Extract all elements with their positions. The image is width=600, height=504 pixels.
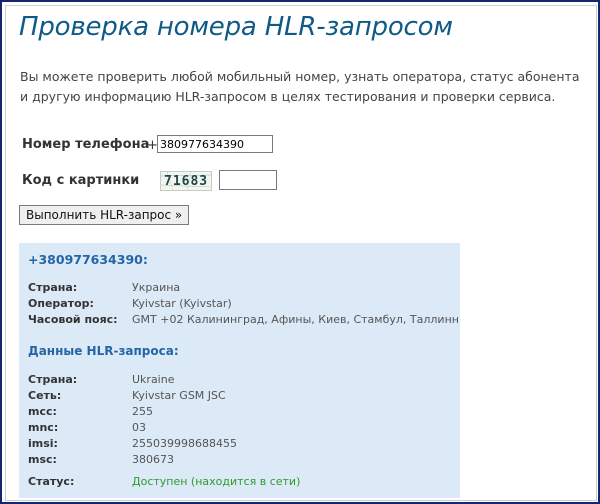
submit-hlr-button[interactable]: Выполнить HLR-запрос »	[19, 205, 190, 225]
result-panel: +380977634390: Страна: Украина Оператор:…	[19, 243, 460, 498]
country-value: Украина	[132, 281, 181, 294]
country-label: Страна:	[28, 281, 78, 294]
hlr-status-value: Доступен (находится в сети)	[132, 475, 301, 488]
hlr-mcc-value: 255	[132, 405, 153, 418]
hlr-mnc-value: 03	[132, 421, 146, 434]
hlr-imsi-label: imsi:	[28, 437, 58, 450]
hlr-mnc-label: mnc:	[28, 421, 59, 434]
hlr-country-value: Ukraine	[132, 373, 175, 386]
hlr-country-label: Страна:	[28, 373, 78, 386]
page-frame: Проверка номера HLR-запросом Вы можете п…	[0, 0, 600, 504]
hlr-msc-label: msc:	[28, 453, 57, 466]
captcha-input[interactable]	[219, 170, 277, 190]
phone-input[interactable]	[157, 135, 273, 153]
timezone-value: GMT +02 Калининград, Афины, Киев, Стамбу…	[132, 313, 459, 326]
timezone-label: Часовой пояс:	[28, 313, 118, 326]
operator-value: Kyivstar (Kyivstar)	[132, 297, 232, 310]
intro-text: Вы можете проверить любой мобильный номе…	[20, 69, 580, 104]
operator-label: Оператор:	[28, 297, 94, 310]
hlr-status-label: Статус:	[28, 475, 75, 488]
captcha-code: 71683	[164, 174, 209, 189]
hlr-msc-value: 380673	[132, 453, 174, 466]
hlr-mcc-label: mcc:	[28, 405, 57, 418]
captcha-image: 71683	[160, 171, 212, 191]
captcha-label: Код с картинки	[22, 173, 140, 188]
hlr-imsi-value: 255039998688455	[132, 437, 237, 450]
hlr-section-title: Данные HLR-запроса:	[28, 344, 179, 358]
hlr-network-value: Kyivstar GSM JSC	[132, 389, 226, 402]
page-title: Проверка номера HLR-запросом	[19, 12, 453, 42]
result-number: +380977634390:	[28, 252, 148, 267]
phone-label: Номер телефона	[22, 137, 150, 152]
hlr-network-label: Сеть:	[28, 389, 62, 402]
